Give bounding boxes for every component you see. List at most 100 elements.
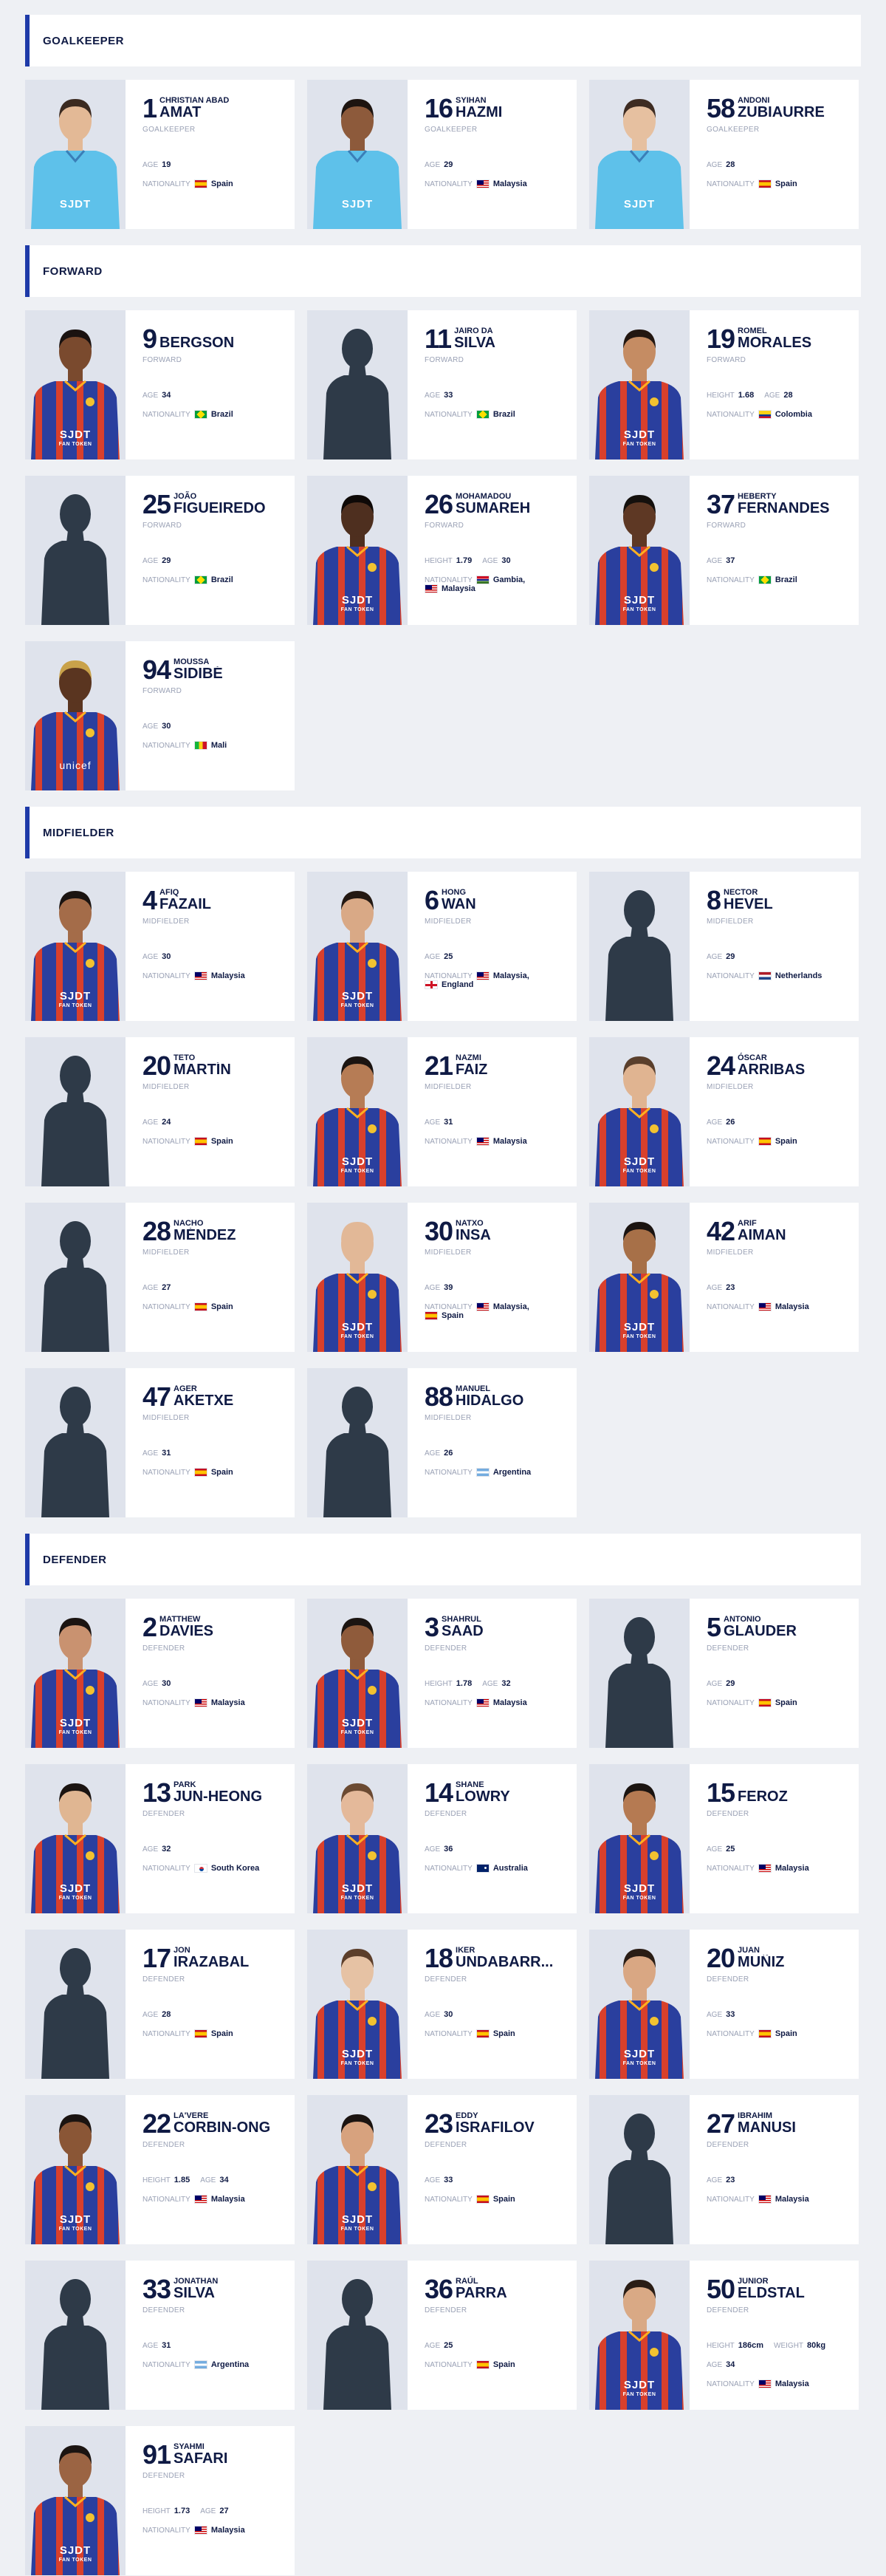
player-last-name[interactable]: MARTÍN [174,1062,231,1077]
player-last-name[interactable]: GLAUDER [724,1624,797,1639]
player-last-name[interactable]: DAVIES [159,1624,213,1639]
player-card[interactable]: SJDT FAN TOKEN 13 PARK JUN-HEONG DEFENDER AGE 3… [25,1764,295,1913]
player-card[interactable]: 5 ANTONIO GLAUDER DEFENDER AGE 29 NATIONALITY S… [589,1599,859,1748]
player-stats: AGE 29 NATIONALITY Spain [707,1679,848,1707]
player-card[interactable]: SJDT FAN TOKEN 9 BERGSON FORWARD AGE 34 NATIONA… [25,310,295,459]
player-card[interactable]: 88 MANUEL HIDALGO MIDFIELDER AGE 26 NATIONALIT… [307,1368,577,1517]
player-card[interactable]: SJDT FAN TOKEN 19 ROMEL MORALES FORWARD HEIGHT… [589,310,859,459]
player-last-name[interactable]: SAFARI [174,2451,227,2466]
player-last-name[interactable]: ARRIBAS [738,1062,805,1077]
player-card[interactable]: SJDT FAN TOKEN 2 MATTHEW DAVIES DEFENDER AGE 30… [25,1599,295,1748]
player-name-row: 94 MOUSSA SIDIBÉ [142,657,284,683]
player-card[interactable]: SJDT FAN TOKEN 50 JUNIOR ELDSTAL DEFENDER HEIG… [589,2261,859,2410]
player-card[interactable]: SJDT FAN TOKEN 21 NAZMI FAIZ MIDFIELDER AGE 31 N… [307,1037,577,1186]
player-last-name[interactable]: IRAZABAL [174,1955,249,1969]
player-last-name[interactable]: MÉNDEZ [174,1228,236,1243]
player-last-name[interactable]: SAAD [442,1624,484,1639]
nationality-value: Malaysia [775,2379,809,2388]
player-card[interactable]: SJDT FAN TOKEN 14 SHANE LOWRY DEFENDER AGE 36 NA… [307,1764,577,1913]
age-label: AGE [142,1679,159,1688]
player-last-name[interactable]: AIMAN [738,1228,786,1243]
player-info: 28 NACHO MÉNDEZ MIDFIELDER AGE 27 NATIONALITY S… [126,1203,295,1352]
player-card[interactable]: SJDT FAN TOKEN 22 LA'VERE CORBIN-ONG DEFENDER… [25,2095,295,2244]
player-last-name[interactable]: HEVEL [724,897,773,912]
player-last-name[interactable]: SUMAREH [456,501,530,516]
player-card[interactable]: SJDT FAN TOKEN 42 ARIF AIMAN MIDFIELDER AGE 23 N… [589,1203,859,1352]
player-card[interactable]: SJDT 1 CHRISTIAN ABAD AMAT GOALKEEPER AGE 19 NA… [25,80,295,229]
player-last-name[interactable]: MANUSI [738,2120,796,2135]
player-last-name[interactable]: BERGSON [159,335,234,350]
player-card[interactable]: 27 IBRAHIM MANUSI DEFENDER AGE 23 NATIONALITY M… [589,2095,859,2244]
player-last-name[interactable]: FEROZ [738,1789,788,1804]
player-card[interactable]: SJDT FAN TOKEN 15 FEROZ DEFENDER AGE 25 NATIONA… [589,1764,859,1913]
nationality-item: Malaysia [475,180,527,188]
player-card[interactable]: SJDT FAN TOKEN 3 SHAHRUL SAAD DEFENDER HEIGHT 1… [307,1599,577,1748]
player-number: 9 [142,324,157,354]
player-last-name[interactable]: SILVA [174,2286,218,2300]
player-card[interactable]: SJDT 58 ANDONI ZUBIAURRE GOALKEEPER AGE 28 NATI… [589,80,859,229]
player-last-name[interactable]: PARRA [456,2286,507,2300]
nationality-item: Malaysia [758,1864,809,1873]
player-card[interactable]: 36 RAÚL PARRA DEFENDER AGE 25 NATIONALITY Spain [307,2261,577,2410]
player-last-name[interactable]: LOWRY [456,1789,510,1804]
player-card[interactable]: SJDT FAN TOKEN 26 MOHAMADOU SUMAREH FORWARD HE… [307,476,577,625]
player-last-name[interactable]: ZUBIAURRE [738,105,825,120]
player-last-name[interactable]: UNDABARR... [456,1955,553,1969]
player-card[interactable]: SJDT 16 SYIHAN HAZMI GOALKEEPER AGE 29 NATIONAL… [307,80,577,229]
player-card[interactable]: 25 JOÃO FIGUEIREDO FORWARD AGE 29 NATIONALITY B… [25,476,295,625]
player-number: 16 [425,93,453,123]
player-last-name[interactable]: SILVA [454,335,495,350]
player-last-name[interactable]: JUN-HEONG [174,1789,262,1804]
age-label: AGE [425,160,441,169]
player-first-name: EDDY [456,2111,478,2120]
player-first-name: MATTHEW [159,1615,201,1624]
player-last-name[interactable]: FIGUEIREDO [174,501,265,516]
player-last-name[interactable]: SIDIBÉ [174,666,223,681]
player-card[interactable]: SJDT FAN TOKEN 4 AFIQ FAZAIL MIDFIELDER AGE 30 N… [25,872,295,1021]
player-last-name[interactable]: AMAT [159,105,229,120]
player-card[interactable]: 8 NECTOR HEVEL MIDFIELDER AGE 29 NATIONALITY Ne… [589,872,859,1021]
nationality-item: Malaysia [193,2195,245,2204]
player-card[interactable]: 28 NACHO MÉNDEZ MIDFIELDER AGE 27 NATIONALITY S… [25,1203,295,1352]
player-last-name[interactable]: MUÑIZ [738,1955,784,1969]
player-card[interactable]: SJDT FAN TOKEN 6 HONG WAN MIDFIELDER AGE 25 NATI… [307,872,577,1021]
player-name-row: 36 RAÚL PARRA [425,2276,566,2303]
age-label: AGE [707,556,723,565]
player-card[interactable]: SJDT FAN TOKEN 37 HEBERTY FERNANDES FORWARD AG… [589,476,859,625]
player-stats: AGE 25 NATIONALITY Spain [425,2341,566,2369]
player-card[interactable]: SJDT FAN TOKEN 91 SYAHMI SAFARI DEFENDER HEIGH… [25,2426,295,2575]
player-card[interactable]: 17 JON IRAZABAL DEFENDER AGE 28 NATIONALITY Spa… [25,1930,295,2079]
player-card[interactable]: 11 JAIRO DA SILVA FORWARD AGE 33 NATIONALITY Br… [307,310,577,459]
player-last-name[interactable]: AKETXE [174,1393,233,1408]
player-stats: AGE 31 NATIONALITY Argentina [142,2341,284,2369]
player-last-name[interactable]: WAN [442,897,476,912]
player-position: MIDFIELDER [707,1248,754,1257]
player-card[interactable]: 33 JONATHAN SILVA DEFENDER AGE 31 NATIONALITY A… [25,2261,295,2410]
player-card[interactable]: SJDT FAN TOKEN 18 IKER UNDABARR... DEFENDER AG… [307,1930,577,2079]
player-last-name[interactable]: HIDALGO [456,1393,523,1408]
player-last-name[interactable]: FAIZ [456,1062,487,1077]
player-card[interactable]: 47 AGER AKETXE MIDFIELDER AGE 31 NATIONALITY Sp… [25,1368,295,1517]
player-name-row: 33 JONATHAN SILVA [142,2276,284,2303]
player-card[interactable]: SJDT FAN TOKEN 30 NATXO INSA MIDFIELDER AGE 39 N… [307,1203,577,1352]
age-value: 23 [726,1283,735,1292]
player-info: 3 SHAHRUL SAAD DEFENDER HEIGHT 1.78 AGE 32 NATIO… [408,1599,577,1748]
player-last-name[interactable]: INSA [456,1228,491,1243]
player-number: 25 [142,489,171,519]
player-photo-frame: SJDT [307,80,408,229]
player-card[interactable]: SJDT FAN TOKEN 20 JUAN MUÑIZ DEFENDER AGE 33 NAT… [589,1930,859,2079]
player-card[interactable]: SJDT FAN TOKEN 23 EDDY ISRAFILOV DEFENDER AGE 3… [307,2095,577,2244]
player-last-name[interactable]: FERNANDES [738,501,829,516]
player-card[interactable]: unicef 94 MOUSSA SIDIBÉ FORWARD AGE 30 NATIONAL… [25,641,295,790]
player-position: FORWARD [142,356,182,364]
player-name-row: 27 IBRAHIM MANUSI [707,2111,848,2137]
player-info: 47 AGER AKETXE MIDFIELDER AGE 31 NATIONALITY Sp… [126,1368,295,1517]
player-last-name[interactable]: HAZMI [456,105,502,120]
player-last-name[interactable]: CORBIN-ONG [174,2120,270,2135]
player-last-name[interactable]: MORALES [738,335,811,350]
player-last-name[interactable]: ELDSTAL [738,2286,805,2300]
player-last-name[interactable]: ISRAFILOV [456,2120,535,2135]
player-last-name[interactable]: FAZAIL [159,897,211,912]
player-card[interactable]: SJDT FAN TOKEN 24 ÓSCAR ARRIBAS MIDFIELDER AGE… [589,1037,859,1186]
player-card[interactable]: 20 TETO MARTÍN MIDFIELDER AGE 24 NATIONALITY Sp… [25,1037,295,1186]
